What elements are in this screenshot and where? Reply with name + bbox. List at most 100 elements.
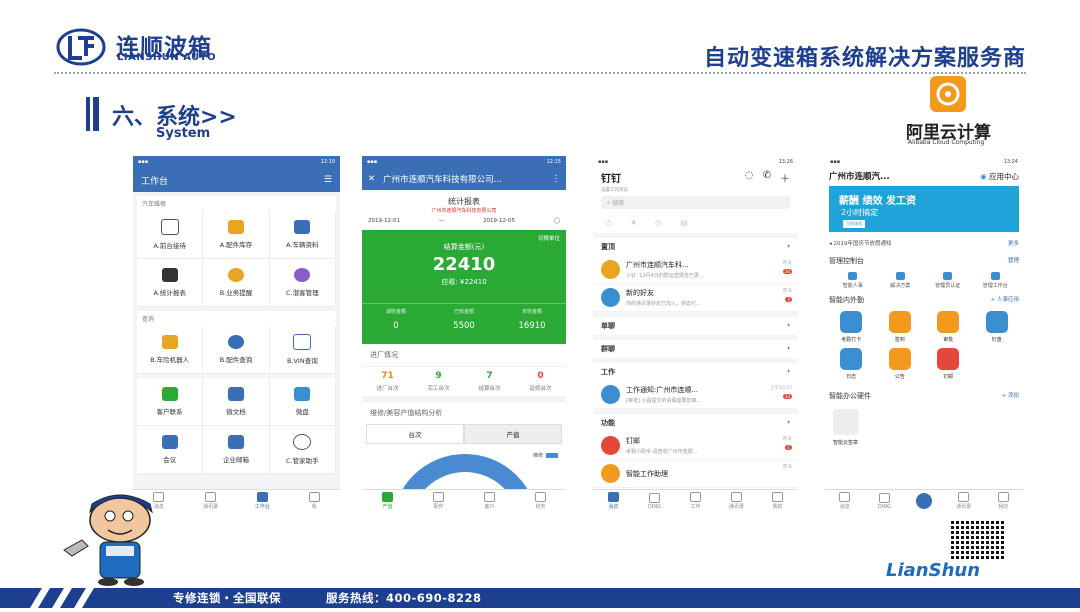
work-notice-icon	[601, 385, 620, 404]
tab-me[interactable]: 我的	[983, 490, 1023, 512]
app-tile[interactable]: 签到	[876, 311, 925, 343]
log-icon	[840, 348, 863, 370]
section-bar	[93, 97, 99, 131]
doc-icon[interactable]: ▤	[680, 218, 688, 227]
app-tile[interactable]: 微文档	[203, 378, 270, 426]
app-tile[interactable]: 公告	[876, 348, 925, 380]
app-tile[interactable]: 会议	[137, 426, 204, 474]
tab-contacts[interactable]: 通讯录	[716, 490, 757, 512]
status-hint[interactable]: 设置工作状态	[593, 187, 798, 193]
tab-customers[interactable]: 客户	[464, 490, 515, 512]
tab-count[interactable]: 台次	[366, 424, 464, 444]
list-item[interactable]: 广州市连顺汽车科... 小钉: 12月4日的群运营报告已更... 昨天 20	[593, 256, 798, 284]
promo-banner[interactable]: 薪酬 绩效 发工资 2小时搞定 立即体验	[829, 186, 1019, 232]
phone-icon[interactable]: ✆	[763, 170, 771, 185]
list-item[interactable]: 新的好友 你的通讯录好友已加入，快去打... 昨天 2	[593, 284, 798, 312]
lianshun-logo-icon	[56, 28, 106, 66]
refresh-icon[interactable]: ◯	[554, 218, 560, 224]
section-pinned[interactable]: 置顶 ›	[593, 233, 798, 256]
app-tile[interactable]: B.车险机器人	[137, 326, 204, 374]
tab-workbench[interactable]: 工作台	[237, 490, 289, 512]
location-icon	[888, 311, 911, 333]
tab-contacts[interactable]: 通讯录	[944, 490, 984, 512]
clock-in-icon	[840, 311, 863, 333]
meeting-icon	[161, 435, 178, 449]
app-header: 钉钉 ◌ ✆ ＋	[593, 168, 798, 187]
car-icon	[294, 220, 311, 234]
app-tile[interactable]: C.潜客管理	[269, 259, 336, 307]
bell-icon	[227, 268, 244, 282]
tab-work[interactable]: 工作	[675, 490, 716, 512]
header-divider	[54, 72, 1026, 74]
grid-icon	[256, 492, 268, 502]
ding-icon	[878, 492, 890, 503]
app-tile[interactable]: A.前台接待	[137, 211, 204, 259]
app-tile[interactable]: B.VIN查询	[269, 326, 336, 374]
unit-toggle[interactable]: 切换单位	[538, 234, 560, 242]
app-tile[interactable]: B.配件查询	[203, 326, 270, 374]
notice-bar[interactable]: ◂ 2019年国庆节放假通知 更多	[825, 234, 1023, 252]
hr-icon	[848, 272, 858, 280]
app-tile[interactable]: A.统计报表	[137, 259, 204, 307]
app-tile[interactable]: C.管家助手	[269, 426, 336, 474]
app-title: 钉钉	[601, 174, 621, 185]
section-functions[interactable]: 功能 ›	[593, 409, 798, 432]
close-icon[interactable]: ✕	[368, 174, 375, 184]
tab-ding[interactable]: DING	[865, 490, 905, 512]
tab-contacts[interactable]: 通讯录	[185, 490, 237, 512]
tab-me[interactable]: 我	[288, 490, 340, 512]
quick-icons: ◷ ★ ◎ ▤	[593, 212, 798, 233]
app-tile[interactable]: 考勤打卡	[827, 311, 876, 343]
more-icon[interactable]: ⋮	[552, 174, 561, 184]
tab-messages[interactable]: 消息	[593, 490, 634, 512]
date-from[interactable]: 2019-12-01	[368, 218, 400, 224]
tab-finance[interactable]: 财务	[515, 490, 566, 512]
app-tile[interactable]: 微盘	[269, 378, 336, 426]
app-tile[interactable]: 客户联系	[137, 378, 204, 426]
app-tile[interactable]: 钉盘	[973, 311, 1022, 343]
section-single-chat[interactable]: 单聊 ›	[593, 312, 798, 335]
plus-icon[interactable]: ＋	[780, 170, 790, 185]
console-item[interactable]: 管理员认证	[924, 272, 972, 289]
apps-header: 智能内外勤 + 人事应用	[829, 296, 1019, 304]
filter-icon[interactable]: ☰	[324, 175, 332, 185]
console-item[interactable]: 智能人事	[829, 272, 877, 289]
tab-work[interactable]	[904, 490, 944, 512]
star-icon[interactable]: ★	[630, 218, 637, 227]
user-icon	[997, 492, 1009, 502]
mail-icon	[937, 348, 960, 370]
at-icon[interactable]: ◎	[655, 218, 662, 227]
app-tile[interactable]: 企业邮箱	[203, 426, 270, 474]
stamp-device-icon[interactable]	[833, 409, 859, 435]
search-input[interactable]: ⌕ 搜索	[601, 196, 790, 209]
tab-value[interactable]: 产值	[464, 424, 562, 444]
list-item[interactable]: 智能工作助理 昨天	[593, 460, 798, 488]
app-tile[interactable]: 日志	[827, 348, 876, 380]
tab-output[interactable]: 产值	[362, 490, 413, 512]
tab-me[interactable]: 我的	[757, 490, 798, 512]
app-tile[interactable]: A.车辆资料	[269, 211, 336, 259]
console-item[interactable]: 解决方案	[877, 272, 925, 289]
app-grid: 考勤打卡 签到 审批 钉盘 日志 公告 钉邮	[825, 309, 1023, 387]
app-tile[interactable]: B.业务提醒	[203, 259, 270, 307]
list-item[interactable]: 工作通知:广州市连顺... [审批] 小昌提交的请假需要您审... 上午10:15…	[593, 381, 798, 409]
date-to[interactable]: 2019-12-05	[483, 218, 515, 224]
app-center-button[interactable]: ◉ 应用中心	[980, 171, 1019, 182]
message-icon	[839, 492, 851, 502]
tab-messages[interactable]: 消息	[825, 490, 865, 512]
app-tile[interactable]: 审批	[924, 311, 973, 343]
clock-icon[interactable]: ◷	[605, 218, 612, 227]
try-now-button[interactable]: 立即体验	[843, 220, 865, 228]
aliyun-logo-icon	[930, 76, 966, 112]
console-item[interactable]: 管理工作台	[972, 272, 1020, 289]
chat-icon[interactable]: ◌	[745, 170, 754, 185]
tab-ding[interactable]: DING	[634, 490, 675, 512]
tab-parts[interactable]: 配件	[413, 490, 464, 512]
settle-total: 22410	[432, 254, 496, 275]
list-item[interactable]: 钉邮 考勤小助手:请查收广州市连顺... 昨天 1	[593, 432, 798, 460]
org-selector[interactable]: 广州市连顺汽...	[829, 170, 890, 182]
app-tile[interactable]: A.配件库存	[203, 211, 270, 259]
section-group-chat[interactable]: 群聊 ›	[593, 335, 798, 358]
app-tile[interactable]: 钉邮	[924, 348, 973, 380]
section-work[interactable]: 工作 ›	[593, 358, 798, 381]
